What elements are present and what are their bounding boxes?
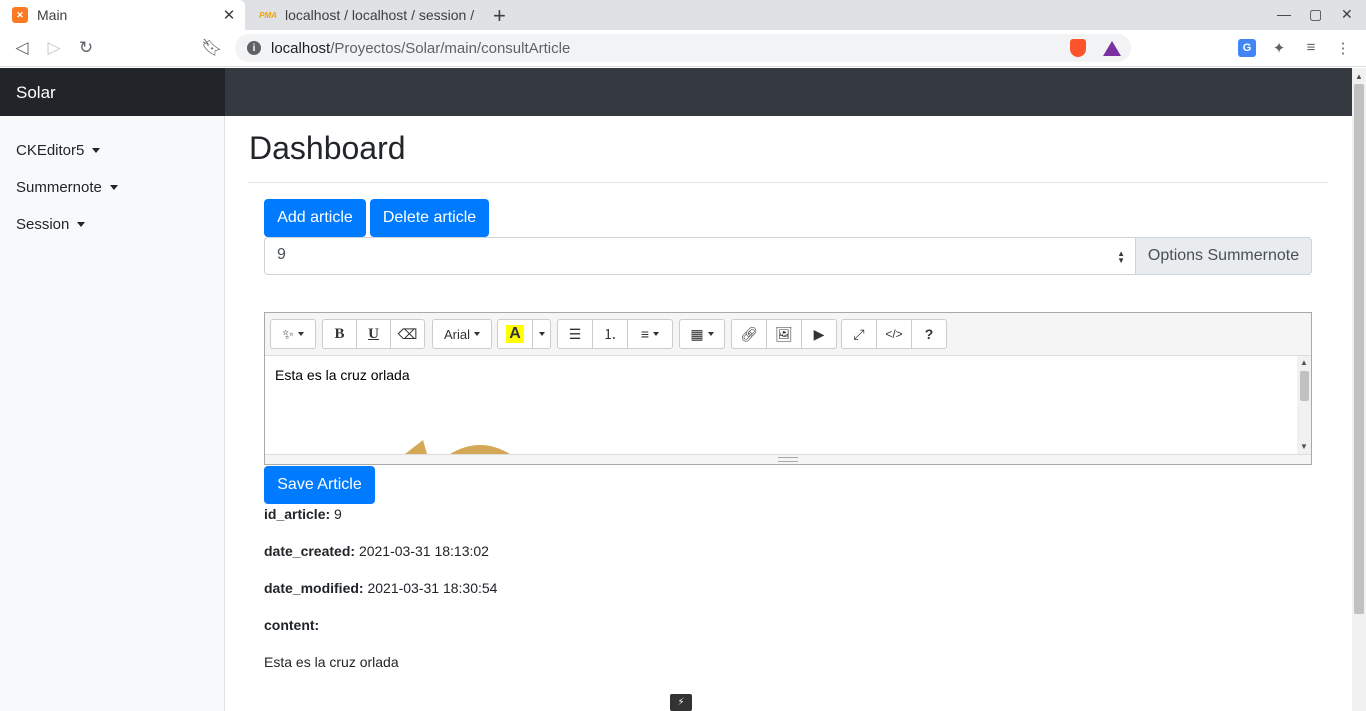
font-name-dropdown[interactable]: Arial (432, 319, 492, 349)
date-created-value: 2021-03-31 18:13:02 (358, 543, 489, 559)
paragraph-align-icon[interactable]: ≡ (627, 319, 673, 349)
article-select-value: 9 (277, 246, 286, 263)
unordered-list-icon[interactable]: ☰ (557, 319, 593, 349)
scroll-up-icon[interactable]: ▲ (1355, 72, 1363, 81)
underline-icon[interactable]: U (356, 319, 391, 349)
resize-grip-icon[interactable] (778, 457, 798, 462)
ordered-list-icon[interactable]: ⒈ (592, 319, 628, 349)
content-line: content: (264, 617, 319, 633)
close-tab-icon[interactable]: ✕ (221, 6, 237, 24)
bold-icon[interactable]: B (322, 319, 357, 349)
sidebar: CKEditor5 Summernote Session (0, 116, 225, 711)
caret-down-icon (92, 148, 101, 153)
sidebar-item-ckeditor5[interactable]: CKEditor5 (16, 142, 101, 159)
style-magic-icon[interactable]: ✨︎ (270, 319, 316, 349)
app-brand[interactable]: Solar (0, 68, 225, 116)
select-arrows-icon: ▲ ▼ (1117, 249, 1125, 265)
summernote-editor: ✨︎ B U ⌫ Arial A ☰ ⒈ ≡ ▦ 🔗︎ 🖼︎ ▶︎ ⤢ </> … (264, 312, 1312, 465)
sidebar-item-label: Session (16, 216, 70, 233)
font-name-label: Arial (443, 326, 470, 342)
fullscreen-icon[interactable]: ⤢ (841, 319, 877, 349)
tab-title: localhost / localhost / session / (285, 7, 475, 23)
article-select-group: 9 ▲ ▼ Options Summernote (264, 237, 1312, 275)
sidebar-item-summernote[interactable]: Summernote (16, 179, 118, 196)
help-icon[interactable]: ? (911, 319, 947, 349)
page-scrollbar[interactable]: ▲ (1352, 68, 1366, 711)
bookmark-icon[interactable]: 🔖︎ (201, 38, 223, 58)
brave-shield-icon[interactable] (1070, 39, 1086, 57)
scroll-up-icon[interactable]: ▲ (1300, 358, 1308, 367)
date-modified-value: 2021-03-31 18:30:54 (367, 580, 498, 596)
main-content: Dashboard Add article Delete article 9 ▲… (225, 116, 1352, 711)
brave-rewards-icon[interactable] (1103, 40, 1121, 56)
phpmyadmin-icon: PMA (259, 10, 277, 20)
image-fragment (405, 440, 510, 454)
editor-resize-bar[interactable] (265, 454, 1311, 464)
options-summernote-addon[interactable]: Options Summernote (1135, 237, 1312, 275)
eraser-icon[interactable]: ⌫ (390, 319, 425, 349)
highlight-color-icon[interactable]: A (497, 319, 533, 349)
reload-icon[interactable]: ↻ (75, 38, 97, 58)
maximize-icon[interactable]: ▢ (1309, 6, 1322, 23)
sidebar-item-label: Summernote (16, 179, 102, 196)
caret-down-icon (109, 185, 118, 190)
menu-icon[interactable]: ⋮ (1334, 39, 1352, 57)
app-navbar (225, 68, 1352, 116)
date-modified-label: date_modified: (264, 580, 364, 596)
scroll-down-icon[interactable]: ▼ (1300, 442, 1308, 451)
content-label: content: (264, 617, 320, 633)
date-created-line: date_created: 2021-03-31 18:13:02 (264, 543, 489, 559)
page-scroll-thumb[interactable] (1354, 84, 1364, 614)
color-dropdown-icon[interactable] (532, 319, 551, 349)
extensions-icon[interactable]: ✦ (1270, 39, 1288, 57)
address-bar[interactable]: i localhost/Proyectos/Solar/main/consult… (235, 34, 1131, 62)
browser-toolbar: ◁ ▷ ↻ 🔖︎ i localhost/Proyectos/Solar/mai… (0, 30, 1366, 67)
url-text[interactable]: localhost/Proyectos/Solar/main/consultAr… (271, 40, 1070, 57)
minimize-icon[interactable]: — (1277, 6, 1291, 22)
article-select[interactable]: 9 ▲ ▼ (264, 237, 1136, 275)
video-icon[interactable]: ▶︎ (801, 319, 837, 349)
back-icon[interactable]: ◁ (11, 38, 33, 58)
caret-down-icon (77, 222, 86, 227)
sidebar-item-label: CKEditor5 (16, 142, 85, 159)
image-icon[interactable]: 🖼︎ (766, 319, 802, 349)
page-title: Dashboard (249, 130, 406, 166)
add-article-button[interactable]: Add article (264, 199, 366, 237)
editor-body[interactable]: Esta es la cruz orlada ▲ ▼ (265, 356, 1311, 454)
url-host: localhost (271, 39, 331, 57)
new-tab-icon[interactable]: + (493, 3, 506, 29)
editor-scrollbar[interactable]: ▲ ▼ (1297, 356, 1311, 454)
code-view-icon[interactable]: </> (876, 319, 912, 349)
save-article-button[interactable]: Save Article (264, 466, 375, 504)
id-article-line: id_article: 9 (264, 506, 342, 522)
id-article-label: id_article: (264, 506, 331, 522)
debug-toolbar-icon[interactable]: ⚡︎ (670, 694, 692, 711)
url-path: /Proyectos/Solar/main/consultArticle (330, 39, 571, 57)
date-created-label: date_created: (264, 543, 356, 559)
xampp-icon: ✕ (12, 7, 28, 23)
window-close-icon[interactable]: ✕ (1341, 6, 1353, 23)
tab-phpmyadmin[interactable]: PMA localhost / localhost / session / (248, 0, 478, 30)
link-icon[interactable]: 🔗︎ (731, 319, 767, 349)
divider (248, 182, 1328, 183)
browser-tab-bar: ✕ Main ✕ PMA localhost / localhost / ses… (0, 0, 1366, 30)
table-icon[interactable]: ▦ (679, 319, 725, 349)
scroll-thumb[interactable] (1300, 371, 1309, 401)
editor-content-text[interactable]: Esta es la cruz orlada (275, 367, 410, 383)
sidebar-item-session[interactable]: Session (16, 216, 86, 233)
date-modified-line: date_modified: 2021-03-31 18:30:54 (264, 580, 497, 596)
site-info-icon[interactable]: i (247, 41, 261, 55)
tab-main[interactable]: ✕ Main ✕ (0, 0, 245, 30)
id-article-value: 9 (334, 506, 342, 522)
content-value: Esta es la cruz orlada (264, 654, 399, 670)
editor-toolbar: ✨︎ B U ⌫ Arial A ☰ ⒈ ≡ ▦ 🔗︎ 🖼︎ ▶︎ ⤢ </> … (265, 313, 1311, 356)
delete-article-button[interactable]: Delete article (370, 199, 489, 237)
tab-title: Main (37, 7, 68, 23)
forward-icon[interactable]: ▷ (43, 38, 65, 58)
translate-icon[interactable]: G (1238, 39, 1256, 57)
media-icon[interactable]: ≡ (1302, 39, 1320, 57)
